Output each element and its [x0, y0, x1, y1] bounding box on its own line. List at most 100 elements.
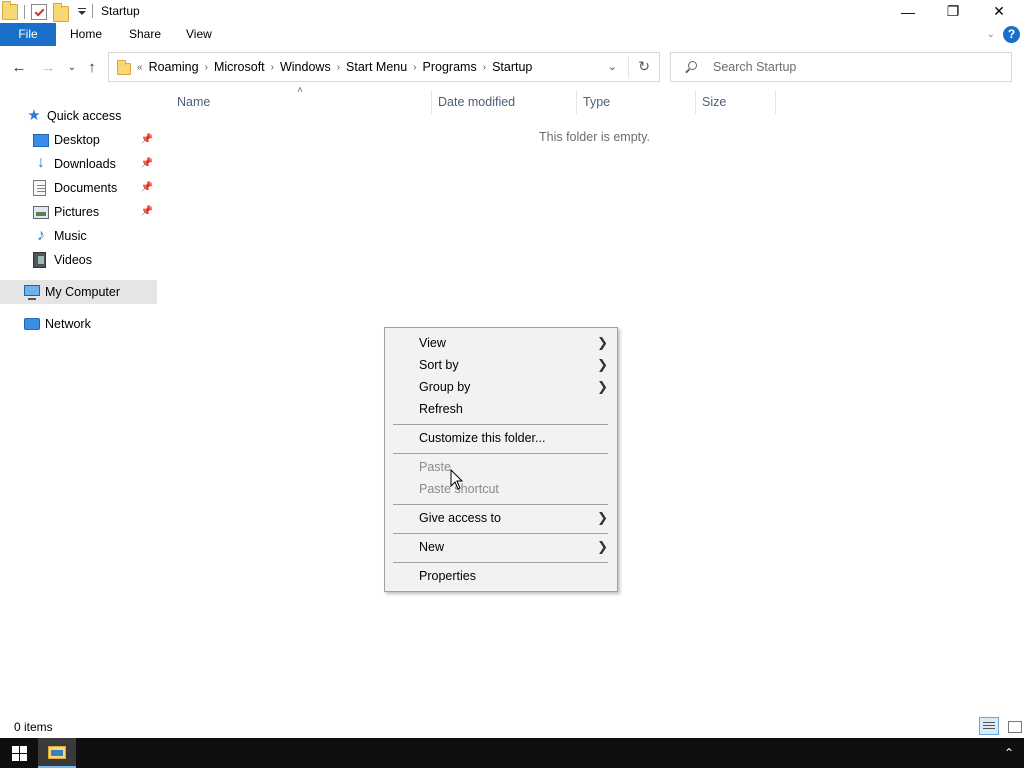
downloads-icon: ↓: [37, 154, 45, 171]
column-header-type[interactable]: Type: [583, 90, 610, 114]
search-input[interactable]: [711, 59, 991, 75]
tab-file[interactable]: File: [0, 23, 56, 46]
new-folder-icon[interactable]: [53, 2, 69, 22]
chevron-right-icon: ❯: [597, 539, 608, 554]
menu-item-properties[interactable]: Properties: [385, 565, 617, 587]
view-toggle: [977, 717, 1022, 735]
show-hidden-icons-icon[interactable]: ⌃: [1004, 746, 1014, 760]
chevron-right-icon[interactable]: ›: [481, 62, 488, 73]
menu-separator: [393, 533, 608, 534]
sort-ascending-icon: ˄: [297, 85, 303, 96]
chevron-down-icon[interactable]: ⌄: [608, 60, 617, 73]
menu-item-give-access[interactable]: Give access to ❯: [385, 507, 617, 529]
forward-button[interactable]: →: [38, 57, 58, 77]
menu-item-paste[interactable]: Paste: [385, 456, 617, 478]
pin-icon[interactable]: 📌: [141, 158, 153, 169]
star-icon: ★: [27, 107, 41, 124]
menu-item-new[interactable]: New ❯: [385, 536, 617, 558]
breadcrumb: « Roaming › Microsoft › Windows › Start …: [135, 60, 536, 74]
chevron-right-icon[interactable]: ›: [203, 62, 210, 73]
column-divider[interactable]: [775, 90, 776, 114]
column-header-date-modified[interactable]: Date modified: [438, 90, 515, 114]
overflow-icon[interactable]: «: [135, 62, 145, 73]
tab-view[interactable]: View: [172, 23, 226, 46]
properties-icon[interactable]: [31, 4, 47, 20]
breadcrumb-roaming[interactable]: Roaming: [145, 60, 203, 74]
taskbar: ⌃: [0, 738, 1024, 768]
sidebar-item-label: Quick access: [47, 109, 122, 123]
taskbar-file-explorer[interactable]: [38, 738, 76, 768]
recent-locations-button[interactable]: ⌄: [62, 57, 82, 77]
breadcrumb-microsoft[interactable]: Microsoft: [210, 60, 269, 74]
sidebar-item-my-computer[interactable]: My Computer: [0, 280, 157, 304]
minimize-button[interactable]: —: [885, 0, 931, 23]
help-icon[interactable]: ?: [1003, 26, 1020, 43]
search-icon: [685, 61, 697, 73]
tab-share[interactable]: Share: [115, 23, 175, 46]
refresh-icon[interactable]: ↻: [638, 58, 650, 75]
back-button[interactable]: ←: [9, 57, 29, 77]
address-divider: [628, 56, 629, 78]
sidebar-item-label: Pictures: [54, 205, 100, 219]
music-icon: ♪: [37, 227, 45, 244]
sidebar-item-label: Network: [45, 317, 91, 331]
pin-icon[interactable]: 📌: [141, 182, 153, 193]
address-bar[interactable]: « Roaming › Microsoft › Windows › Start …: [108, 52, 660, 82]
column-header-name[interactable]: Name: [177, 90, 210, 114]
pin-icon[interactable]: 📌: [141, 206, 153, 217]
chevron-right-icon[interactable]: ›: [411, 62, 418, 73]
sidebar-item-documents[interactable]: Documents 📌: [0, 176, 157, 200]
column-divider[interactable]: [431, 90, 432, 114]
folder-icon[interactable]: [2, 1, 18, 20]
network-icon: [24, 318, 40, 330]
sidebar-item-downloads[interactable]: ↓ Downloads 📌: [0, 152, 157, 176]
breadcrumb-programs[interactable]: Programs: [419, 60, 481, 74]
menu-separator: [393, 453, 608, 454]
menu-item-view[interactable]: View ❯: [385, 332, 617, 354]
sidebar-item-quick-access[interactable]: ★ Quick access: [0, 104, 157, 128]
videos-icon: [33, 252, 46, 268]
breadcrumb-start-menu[interactable]: Start Menu: [342, 60, 411, 74]
menu-item-refresh[interactable]: Refresh: [385, 398, 617, 420]
customize-toolbar-icon[interactable]: [77, 7, 87, 17]
menu-item-sort-by[interactable]: Sort by ❯: [385, 354, 617, 376]
sidebar-item-label: Videos: [54, 253, 92, 267]
menu-item-label: New: [419, 540, 445, 554]
menu-separator: [393, 504, 608, 505]
search-box[interactable]: [670, 52, 1012, 82]
details-view-button[interactable]: [979, 717, 999, 735]
start-button[interactable]: [0, 738, 38, 768]
column-divider[interactable]: [695, 90, 696, 114]
close-button[interactable]: ✕: [976, 0, 1022, 23]
chevron-right-icon: ❯: [597, 510, 608, 525]
sidebar-item-label: Desktop: [54, 133, 100, 147]
sidebar-item-network[interactable]: Network: [0, 312, 157, 336]
pin-icon[interactable]: 📌: [141, 134, 153, 145]
column-divider[interactable]: [576, 90, 577, 114]
sidebar-item-videos[interactable]: Videos: [0, 248, 157, 272]
up-button[interactable]: ↑: [82, 57, 102, 77]
menu-item-label: View: [419, 336, 446, 350]
computer-icon: [24, 285, 40, 300]
sidebar-item-desktop[interactable]: Desktop 📌: [0, 128, 157, 152]
file-explorer-icon: [48, 745, 66, 759]
menu-item-label: Group by: [419, 380, 471, 394]
menu-item-group-by[interactable]: Group by ❯: [385, 376, 617, 398]
chevron-right-icon[interactable]: ›: [269, 62, 276, 73]
large-icons-view-button[interactable]: [1001, 717, 1022, 735]
column-header-size[interactable]: Size: [702, 90, 726, 114]
breadcrumb-windows[interactable]: Windows: [276, 60, 335, 74]
chevron-right-icon: ❯: [597, 379, 608, 394]
menu-separator: [393, 562, 608, 563]
tab-home[interactable]: Home: [56, 23, 116, 46]
sidebar-item-music[interactable]: ♪ Music: [0, 224, 157, 248]
breadcrumb-startup[interactable]: Startup: [488, 60, 536, 74]
sidebar-item-label: Downloads: [54, 157, 116, 171]
sidebar-item-pictures[interactable]: Pictures 📌: [0, 200, 157, 224]
expand-ribbon-icon[interactable]: ⌄: [987, 29, 995, 40]
menu-item-customize-folder[interactable]: Customize this folder...: [385, 427, 617, 449]
menu-item-label: Give access to: [419, 511, 501, 525]
menu-item-paste-shortcut[interactable]: Paste shortcut: [385, 478, 617, 500]
maximize-button[interactable]: ❐: [930, 0, 976, 23]
chevron-right-icon[interactable]: ›: [335, 62, 342, 73]
